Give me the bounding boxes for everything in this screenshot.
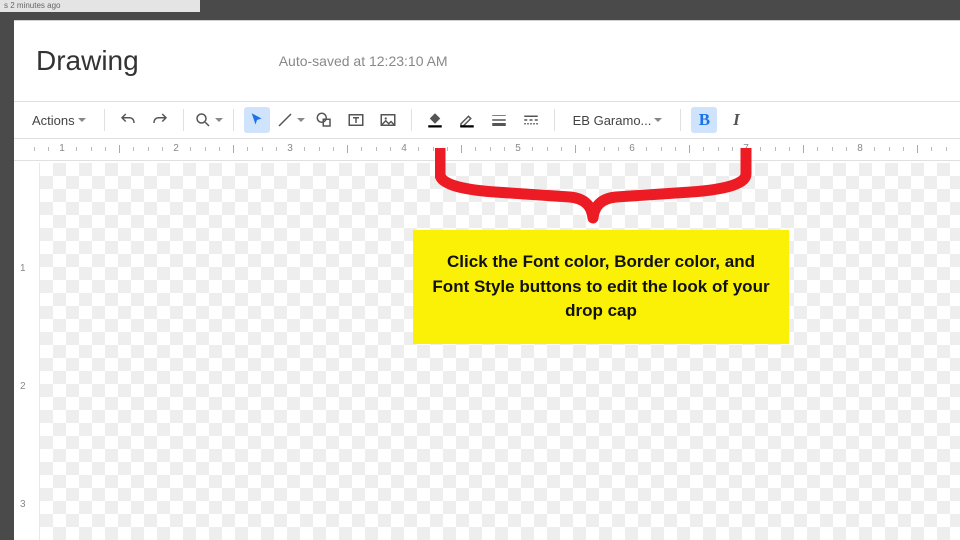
- ruler-tick: 8: [855, 143, 865, 154]
- separator: [183, 109, 184, 131]
- ruler-tick: 1: [57, 143, 67, 154]
- border-dash-button[interactable]: [518, 107, 544, 133]
- border-color-button[interactable]: [454, 107, 480, 133]
- weight-icon: [490, 111, 508, 129]
- separator: [104, 109, 105, 131]
- fill-color-button[interactable]: [422, 107, 448, 133]
- separator: [233, 109, 234, 131]
- ruler-tick: 4: [399, 143, 409, 154]
- font-family-select[interactable]: EB Garamo...: [565, 107, 671, 133]
- zoom-icon: [194, 111, 212, 129]
- dialog-title: Drawing: [36, 45, 139, 77]
- textbox-tool[interactable]: [343, 107, 369, 133]
- actions-menu[interactable]: Actions: [24, 107, 94, 133]
- shape-icon: [315, 111, 333, 129]
- dash-icon: [522, 111, 540, 129]
- ruler-tick: 2: [20, 381, 26, 392]
- ruler-tick: 3: [285, 143, 295, 154]
- pencil-icon: [458, 111, 476, 129]
- separator: [411, 109, 412, 131]
- separator: [680, 109, 681, 131]
- ruler-tick: 5: [513, 143, 523, 154]
- textbox-icon: [347, 111, 365, 129]
- redo-button[interactable]: [147, 107, 173, 133]
- ruler-tick: 1: [20, 263, 26, 274]
- dialog-header: Drawing Auto-saved at 12:23:10 AM: [14, 21, 960, 101]
- ruler-tick: 7: [741, 143, 751, 154]
- browser-tab-fragment: s 2 minutes ago: [0, 0, 200, 12]
- border-weight-button[interactable]: [486, 107, 512, 133]
- bold-button[interactable]: B: [691, 107, 717, 133]
- line-tool[interactable]: [276, 107, 305, 133]
- zoom-button[interactable]: [194, 107, 223, 133]
- italic-button[interactable]: I: [723, 107, 749, 133]
- drawing-canvas[interactable]: [40, 163, 960, 540]
- line-icon: [276, 111, 294, 129]
- separator: [554, 109, 555, 131]
- annotation-callout: Click the Font color, Border color, and …: [413, 230, 789, 344]
- drawing-toolbar: Actions: [14, 101, 960, 139]
- image-icon: [379, 111, 397, 129]
- ruler-tick: 6: [627, 143, 637, 154]
- autosave-status: Auto-saved at 12:23:10 AM: [279, 53, 448, 69]
- shape-tool[interactable]: [311, 107, 337, 133]
- undo-icon: [119, 111, 137, 129]
- horizontal-ruler: 1 2 3 4 5 6 7 8: [14, 139, 960, 161]
- redo-icon: [151, 111, 169, 129]
- undo-button[interactable]: [115, 107, 141, 133]
- image-tool[interactable]: [375, 107, 401, 133]
- vertical-ruler: 1 2 3: [14, 163, 40, 540]
- ruler-tick: 3: [20, 499, 26, 510]
- select-tool[interactable]: [244, 107, 270, 133]
- cursor-icon: [248, 111, 266, 129]
- fill-icon: [426, 111, 444, 129]
- ruler-tick: 2: [171, 143, 181, 154]
